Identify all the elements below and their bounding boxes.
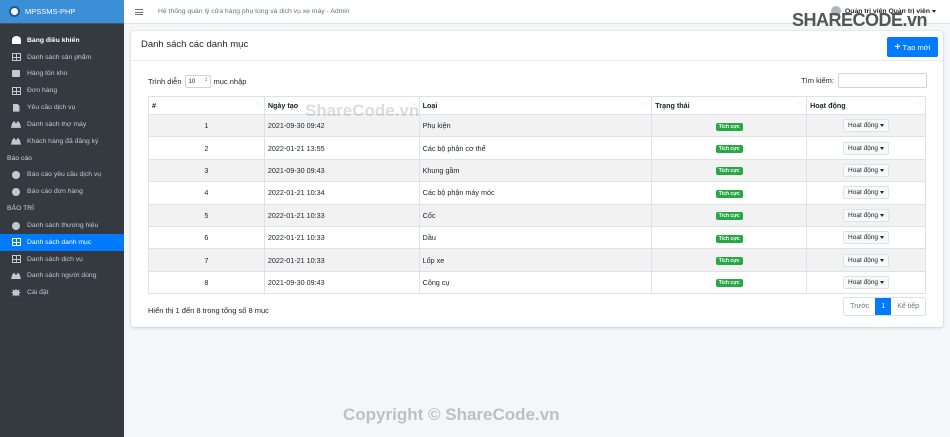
category-list-card: Danh sách các danh mục + Tạo mới Trình d… bbox=[131, 31, 943, 327]
dashboard-icon bbox=[11, 36, 21, 45]
grid-icon bbox=[11, 238, 21, 247]
table-row: 7 2022-01-21 10:33 Lốp xe Tích cực Hoạt … bbox=[148, 248, 926, 272]
caret-down-icon bbox=[880, 168, 885, 172]
sort-icon: ↑↓ bbox=[797, 101, 804, 107]
brand-logo-icon bbox=[9, 6, 20, 17]
cogs-icon bbox=[11, 288, 21, 297]
action-dropdown-button[interactable]: Hoạt động bbox=[843, 186, 890, 200]
search-control: Tìm kiếm: bbox=[801, 73, 927, 88]
entries-length-control: Trình diễn 10 mục nhập bbox=[148, 75, 246, 88]
users-icon bbox=[11, 137, 21, 145]
sidebar-item-customers[interactable]: Khách hàng đã đăng ký bbox=[0, 133, 124, 150]
sidebar-item-inventory[interactable]: Hàng tồn kho bbox=[0, 66, 124, 83]
table-row: 5 2022-01-21 10:33 Cốc Tích cực Hoạt độn… bbox=[148, 203, 926, 227]
sidebar-item-order-report[interactable]: Báo cáo đơn hàng bbox=[0, 183, 124, 200]
table-row: 8 2021-09-30 09:43 Công cụ Tích cực Hoạt… bbox=[148, 270, 926, 295]
status-badge: Tích cực bbox=[715, 145, 743, 154]
caret-down-icon bbox=[932, 9, 936, 13]
action-dropdown-button[interactable]: Hoạt động bbox=[843, 208, 890, 222]
copyright-icon bbox=[11, 221, 21, 230]
sidebar-item-service-requests[interactable]: Yêu cầu dịch vụ bbox=[0, 99, 124, 116]
category-table: # ↑↓ Ngày tạo ↑↓ Loại ↑↓ Trạng thái ↑↓ Hoạt … bbox=[148, 96, 926, 295]
caret-down-icon bbox=[880, 236, 885, 240]
pagination-next[interactable]: Kế tiếp bbox=[891, 298, 925, 315]
status-badge: Tích cực bbox=[715, 212, 743, 221]
users-icon bbox=[11, 120, 21, 128]
brand-name: MPSSMS-PHP bbox=[25, 7, 76, 16]
sidebar-header-maintenance: BẢO TRÌ bbox=[7, 205, 35, 213]
table-row: 2 2022-01-21 13:55 Các bộ phận cơ thể Tí… bbox=[148, 136, 926, 160]
column-header-type[interactable]: Loại ↑↓ bbox=[418, 96, 653, 115]
box-icon bbox=[11, 70, 21, 78]
table-row: 6 2022-01-21 10:33 Dầu Tích cực Hoạt độn… bbox=[148, 225, 926, 250]
sidebar-item-orders[interactable]: Đơn hàng bbox=[0, 82, 124, 99]
sidebar-item-categories[interactable]: Danh sách danh mục bbox=[0, 233, 124, 251]
circle-icon bbox=[11, 170, 21, 179]
action-dropdown-button[interactable]: Hoạt động bbox=[843, 141, 890, 155]
sidebar-header-reports: Báo cáo bbox=[7, 154, 32, 162]
pagination-page-1[interactable]: 1 bbox=[875, 298, 892, 315]
sidebar-item-services[interactable]: Danh sách dịch vụ bbox=[0, 251, 124, 268]
users-icon bbox=[11, 272, 21, 280]
sort-icon: ↑↓ bbox=[642, 101, 649, 107]
grid-icon bbox=[11, 86, 21, 95]
action-dropdown-button[interactable]: Hoạt động bbox=[843, 231, 890, 245]
action-dropdown-button[interactable]: Hoạt động bbox=[843, 163, 890, 177]
entries-length-select[interactable]: 10 bbox=[184, 75, 211, 88]
create-button[interactable]: + Tạo mới bbox=[887, 37, 938, 57]
sidebar-item-mechanics[interactable]: Danh sách thợ máy bbox=[0, 116, 124, 133]
status-badge: Tích cực bbox=[715, 279, 743, 288]
sidebar-item-brands[interactable]: Danh sách thương hiệu bbox=[0, 217, 124, 234]
menu-toggle-icon[interactable] bbox=[135, 8, 143, 15]
search-input[interactable] bbox=[838, 73, 927, 88]
action-dropdown-button[interactable]: Hoạt động bbox=[843, 119, 890, 133]
grid-icon bbox=[11, 53, 21, 62]
caret-down-icon bbox=[880, 124, 885, 128]
sidebar-item-users[interactable]: Danh sách người dùng bbox=[0, 268, 124, 285]
card-title: Danh sách các danh mục bbox=[141, 39, 249, 50]
plus-icon: + bbox=[894, 41, 901, 53]
sidebar-item-settings[interactable]: Cài đặt bbox=[0, 284, 124, 301]
caret-down-icon bbox=[880, 191, 885, 195]
watermark-center: ShareCode.vn bbox=[305, 101, 420, 120]
grid-icon bbox=[11, 255, 21, 264]
table-info: Hiển thị 1 đến 8 trong tổng số 8 mục bbox=[148, 306, 269, 315]
sharecode-logo: SHARECODE.vn bbox=[792, 10, 928, 30]
sidebar-item-dashboard[interactable]: Bảng điều khiển bbox=[0, 32, 124, 49]
table-row: 3 2021-09-30 09:43 Khung gầm Tích cực Ho… bbox=[148, 158, 926, 183]
table-row: 4 2022-01-21 10:34 Các bộ phận máy móc T… bbox=[148, 181, 926, 205]
status-badge: Tích cực bbox=[715, 257, 743, 266]
brand[interactable]: MPSSMS-PHP bbox=[0, 0, 124, 24]
status-badge: Tích cực bbox=[715, 167, 743, 176]
status-badge: Tích cực bbox=[715, 189, 743, 198]
action-dropdown-button[interactable]: Hoạt động bbox=[843, 275, 890, 289]
sidebar-item-products[interactable]: Danh sách sản phẩm bbox=[0, 49, 124, 66]
column-header-action[interactable]: Hoạt động ↑↓ bbox=[806, 96, 926, 115]
pagination-prev[interactable]: Trước bbox=[844, 298, 875, 315]
action-dropdown-button[interactable]: Hoạt động bbox=[843, 253, 890, 267]
status-badge: Tích cực bbox=[715, 122, 743, 131]
pagination: Trước 1 Kế tiếp bbox=[843, 297, 926, 316]
table-row: 1 2021-09-30 09:42 Phụ kiện Tích cực Hoạ… bbox=[148, 113, 926, 138]
column-header-no[interactable]: # ↑↓ bbox=[148, 96, 265, 115]
sidebar: MPSSMS-PHP Bảng điều khiển Danh sách sản… bbox=[0, 0, 124, 437]
caret-down-icon bbox=[880, 280, 885, 284]
sidebar-item-service-report[interactable]: Báo cáo yêu cầu dịch vụ bbox=[0, 167, 124, 184]
caret-down-icon bbox=[880, 146, 885, 150]
status-badge: Tích cực bbox=[715, 234, 743, 243]
caret-down-icon bbox=[880, 213, 885, 217]
watermark-bottom: Copyright © ShareCode.vn bbox=[343, 405, 560, 424]
file-icon bbox=[11, 103, 21, 112]
sort-icon: ↑↓ bbox=[916, 101, 922, 107]
caret-down-icon bbox=[880, 258, 885, 262]
circle-icon bbox=[11, 187, 21, 196]
topbar-title: Hệ thống quản lý cửa hàng phụ tùng và dị… bbox=[158, 8, 350, 15]
column-header-status[interactable]: Trạng thái ↑↓ bbox=[651, 96, 808, 115]
sort-icon: ↑↓ bbox=[254, 101, 261, 107]
